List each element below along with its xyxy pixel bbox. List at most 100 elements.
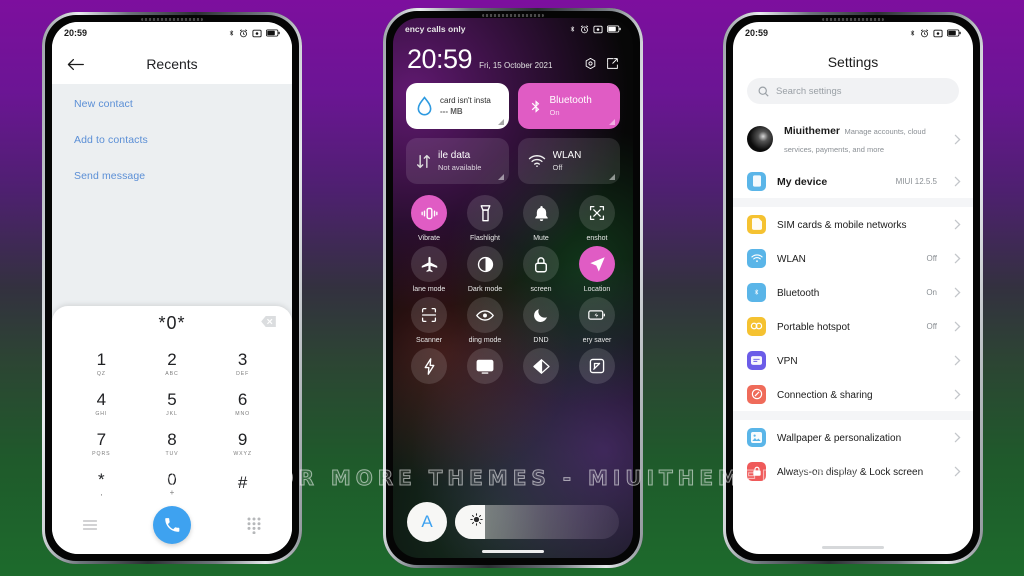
key-letters: MNO: [235, 411, 251, 417]
row-label: My device: [777, 176, 828, 188]
cast-screen-icon: [467, 348, 503, 384]
tile-bluetooth[interactable]: Bluetooth On: [517, 83, 620, 129]
settings-row-sim-cards[interactable]: SIM cards & mobile networks: [733, 207, 973, 241]
toggle-battery-saver[interactable]: ery saver: [569, 297, 625, 344]
battery-saver-icon: [579, 297, 615, 333]
key-digit: 4: [96, 390, 107, 409]
tile-expand-corner[interactable]: [609, 119, 615, 125]
toggle-lock-screen[interactable]: screen: [513, 246, 569, 293]
toggle-mute[interactable]: Mute: [513, 195, 569, 242]
phone-bezel: 20:59 Settings Search settings Miuitheme…: [726, 15, 980, 561]
link-new-contact[interactable]: New contact: [74, 98, 270, 110]
settings-row-vpn[interactable]: VPN: [733, 343, 973, 377]
toggle-vibrate[interactable]: Vibrate: [401, 195, 457, 242]
dialpad-key-1[interactable]: 1 QZ: [66, 344, 137, 384]
toggle-dnd[interactable]: DND: [513, 297, 569, 344]
auto-brightness-icon[interactable]: A: [407, 502, 447, 542]
alarm-icon: [920, 28, 929, 37]
gear-icon[interactable]: [584, 57, 597, 70]
scanner-icon: [411, 297, 447, 333]
toggle-label: screen: [530, 286, 552, 293]
tile-wlan[interactable]: WLAN Off: [517, 138, 620, 184]
dialpad-key-3[interactable]: 3 DEF: [207, 344, 278, 384]
dialpad-key-9[interactable]: 9 WXYZ: [207, 424, 278, 464]
phone-left-dialer: 20:59 Recents New contact Add to contact…: [42, 12, 302, 564]
toggle-location[interactable]: Location: [569, 246, 625, 293]
lock-screen-icon: [747, 461, 766, 481]
row-value: MIUI 12.5.5: [895, 176, 937, 186]
settings-group-personalization: Wallpaper & personalization Always-on di…: [733, 420, 973, 488]
tile-sub: On: [549, 108, 560, 117]
row-body: VPN: [777, 351, 926, 369]
status-bar: 20:59: [52, 22, 292, 44]
keypad-grid-icon[interactable]: [244, 515, 264, 535]
toggle-rotate-screen[interactable]: [569, 348, 625, 388]
dialpad-key-4[interactable]: 4 GHI: [66, 384, 137, 424]
key-letters: GHI: [95, 411, 108, 417]
phone-call-icon[interactable]: [153, 506, 191, 544]
backspace-icon[interactable]: [261, 314, 276, 332]
toggle-cast-screen[interactable]: [457, 348, 513, 388]
big-tiles-grid: card isn't insta --- MB Bluetooth On ile…: [393, 73, 633, 184]
dialpad-key-6[interactable]: 6 MNO: [207, 384, 278, 424]
toggle-reading-tint[interactable]: [513, 348, 569, 388]
settings-row-always-on-display[interactable]: Always-on display & Lock screen: [733, 454, 973, 488]
toggle-dark-mode[interactable]: Dark mode: [457, 246, 513, 293]
key-digit: 5: [167, 390, 177, 409]
dialpad-key-star[interactable]: *,: [66, 464, 137, 504]
battery-icon: [266, 29, 280, 37]
tile-sim-data[interactable]: card isn't insta --- MB: [406, 83, 509, 129]
clock-time: 20:59: [407, 44, 473, 74]
home-indicator[interactable]: [822, 546, 884, 549]
link-send-message[interactable]: Send message: [74, 170, 270, 182]
tile-expand-corner[interactable]: [497, 119, 504, 125]
home-indicator[interactable]: [482, 550, 544, 553]
device-icon: [747, 171, 766, 191]
search-settings-bar[interactable]: Search settings: [747, 78, 959, 104]
toggle-lightning[interactable]: [401, 348, 457, 388]
earpiece-speaker-icon: [822, 18, 884, 21]
settings-group-account: Miuithemer Manage accounts, cloud servic…: [733, 114, 973, 198]
bluetooth-icon: [531, 99, 539, 113]
dialpad-key-0[interactable]: 0 +: [137, 464, 208, 504]
dialpad-key-5[interactable]: 5 JKL: [137, 384, 208, 424]
settings-row-portable-hotspot[interactable]: Portable hotspot Off: [733, 309, 973, 343]
toggle-label: Location: [583, 286, 611, 293]
screenshot-icon: [579, 195, 615, 231]
toggle-scanner[interactable]: Scanner: [401, 297, 457, 344]
edit-pencil-icon[interactable]: [606, 57, 619, 70]
app-bar: Recents: [52, 44, 292, 84]
tile-expand-corner[interactable]: [497, 174, 504, 180]
toggle-reading-mode[interactable]: ding mode: [457, 297, 513, 344]
dialpad-key-hash[interactable]: #: [207, 464, 278, 504]
key-letters: ABC: [165, 371, 179, 377]
row-body: Bluetooth: [777, 283, 915, 301]
tile-expand-corner[interactable]: [609, 174, 615, 180]
settings-row-my-device[interactable]: My device MIUI 12.5.5: [733, 164, 973, 198]
toggle-label: DND: [533, 337, 549, 344]
brightness-slider[interactable]: [455, 505, 619, 539]
wifi-icon: [747, 248, 766, 268]
settings-row-connection-sharing[interactable]: Connection & sharing: [733, 377, 973, 411]
settings-row-wlan[interactable]: WLAN Off: [733, 241, 973, 275]
phone-right-screen: 20:59 Settings Search settings Miuitheme…: [733, 22, 973, 554]
settings-row-bluetooth[interactable]: Bluetooth On: [733, 275, 973, 309]
link-add-to-contacts[interactable]: Add to contacts: [74, 134, 270, 146]
settings-row-account[interactable]: Miuithemer Manage accounts, cloud servic…: [733, 114, 973, 164]
dialpad-key-8[interactable]: 8 TUV: [137, 424, 208, 464]
key-letters: +: [169, 488, 175, 497]
tile-text: ile data Not available: [438, 150, 481, 172]
dialpad-key-7[interactable]: 7 PQRS: [66, 424, 137, 464]
settings-row-wallpaper[interactable]: Wallpaper & personalization: [733, 420, 973, 454]
group-divider: [733, 198, 973, 207]
toggle-screenshot[interactable]: enshot: [569, 195, 625, 242]
data-drop-icon: [417, 95, 432, 116]
back-arrow-icon[interactable]: [64, 53, 86, 75]
row-body: Always-on display & Lock screen: [777, 462, 926, 480]
dialpad-key-2[interactable]: 2 ABC: [137, 344, 208, 384]
menu-icon[interactable]: [80, 515, 100, 535]
toggle-airplane-mode[interactable]: lane mode: [401, 246, 457, 293]
search-placeholder: Search settings: [776, 85, 842, 97]
toggle-flashlight[interactable]: Flashlight: [457, 195, 513, 242]
tile-mobile-data[interactable]: ile data Not available: [406, 138, 509, 184]
